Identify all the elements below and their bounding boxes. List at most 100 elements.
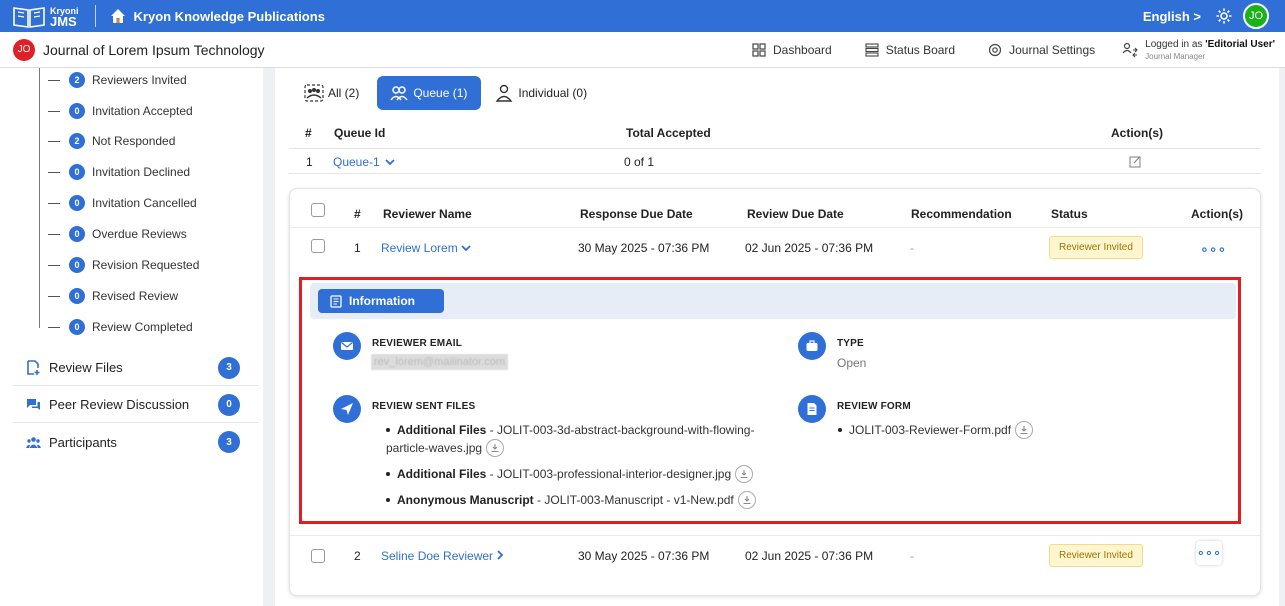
col-total-accepted: Total Accepted xyxy=(626,126,711,140)
switch-user-icon xyxy=(1122,42,1138,57)
journal-bar: JO Journal of Lorem Ipsum Technology Das… xyxy=(0,32,1285,68)
sidebar-item-not-responded[interactable]: 2 Not Responded xyxy=(48,132,175,150)
sent-file-item: Additional Files - JOLIT-003-3d-abstract… xyxy=(386,423,755,457)
col-response-due: Response Due Date xyxy=(580,207,693,221)
queue-users-icon xyxy=(390,86,408,101)
nav-status-board[interactable]: Status Board xyxy=(865,43,955,57)
send-icon xyxy=(333,395,361,423)
user-avatar[interactable]: JO xyxy=(1243,3,1269,29)
response-due-date: 30 May 2025 - 07:36 PM xyxy=(578,549,710,563)
count-badge: 0 xyxy=(69,288,85,304)
file-name: JOLIT-003-Reviewer-Form.pdf xyxy=(849,423,1012,437)
sent-file-item: Anonymous Manuscript - JOLIT-003-Manuscr… xyxy=(386,490,756,510)
grid-icon xyxy=(752,42,766,57)
row-checkbox[interactable] xyxy=(311,239,325,253)
recommendation: - xyxy=(910,241,914,255)
download-icon[interactable] xyxy=(735,464,754,483)
select-all-checkbox[interactable] xyxy=(311,203,325,217)
sidebar-item-review-files[interactable]: Review Files 3 xyxy=(13,350,258,386)
information-panel: Information REVIEWER EMAIL rev_lorem@mai… xyxy=(299,277,1241,524)
review-form-item: JOLIT-003-Reviewer-Form.pdf xyxy=(838,420,1034,440)
sidebar-item-invitation-cancelled[interactable]: 0 Invitation Cancelled xyxy=(48,194,197,212)
sidebar-item-label: Revised Review xyxy=(92,289,179,303)
tab-queue-label: Queue (1) xyxy=(413,86,468,100)
file-kind: Additional Files xyxy=(397,467,487,481)
sidebar-item-participants[interactable]: Participants 3 xyxy=(13,424,258,460)
gear-icon[interactable] xyxy=(1215,7,1233,25)
sidebar-item-invitation-accepted[interactable]: 0 Invitation Accepted xyxy=(48,102,193,120)
logged-in-text: Logged in as 'Editorial User' xyxy=(1145,38,1275,50)
table-row: 2 Seline Doe Reviewer 30 May 2025 - 07:3… xyxy=(290,535,1262,575)
sent-file-item: Additional Files - JOLIT-003-professiona… xyxy=(386,464,754,484)
form-icon xyxy=(798,395,826,423)
download-icon[interactable] xyxy=(1015,420,1034,439)
tab-queue[interactable]: Queue (1) xyxy=(377,76,482,110)
top-bar: Kryoni JMS Kryon Knowledge Publications … xyxy=(0,0,1285,32)
count-badge: 3 xyxy=(218,356,240,379)
response-due-date: 30 May 2025 - 07:36 PM xyxy=(578,241,710,255)
user-icon xyxy=(495,84,513,102)
home-icon[interactable] xyxy=(109,7,127,25)
reviewer-email-label: REVIEWER EMAIL xyxy=(372,338,463,349)
file-name-cont: particle-waves.jpg xyxy=(386,441,483,455)
information-tab[interactable]: Information xyxy=(318,289,444,313)
more-actions-icon[interactable]: ∘∘∘ xyxy=(1200,241,1226,258)
journal-badge: JO xyxy=(13,38,35,61)
sidebar-item-label: Peer Review Discussion xyxy=(49,397,190,412)
count-badge: 0 xyxy=(69,164,85,180)
download-icon[interactable] xyxy=(737,490,756,509)
sidebar-item-label: Not Responded xyxy=(92,134,176,148)
queue-id-link[interactable]: Queue-1 xyxy=(333,155,395,169)
logo-text: Kryoni JMS xyxy=(50,6,79,29)
col-num: # xyxy=(305,126,312,140)
reviewer-tabs: All (2) Queue (1) Individual (0) xyxy=(299,76,597,110)
sidebar-item-revision-requested[interactable]: 0 Revision Requested xyxy=(48,256,199,274)
file-add-icon xyxy=(27,360,40,375)
file-name: JOLIT-003-professional-interior-designer… xyxy=(497,467,732,481)
count-badge: 2 xyxy=(69,72,85,88)
sidebar-item-label: Participants xyxy=(49,434,117,450)
more-actions-icon[interactable]: ∘∘∘ xyxy=(1196,541,1222,565)
queue-row-num: 1 xyxy=(306,155,313,169)
sidebar-item-reviewers-invited[interactable]: 2 Reviewers Invited xyxy=(48,71,187,89)
count-badge: 3 xyxy=(218,431,240,453)
nav-dashboard[interactable]: Dashboard xyxy=(752,43,832,57)
tab-individual[interactable]: Individual (0) xyxy=(489,76,597,110)
sidebar-item-invitation-declined[interactable]: 0 Invitation Declined xyxy=(48,163,190,181)
tab-all-label: All (2) xyxy=(328,86,360,100)
nav-journal-settings[interactable]: Journal Settings xyxy=(988,43,1095,57)
nav-journal-settings-label: Journal Settings xyxy=(1009,42,1096,57)
queue-table-header: # Queue Id Total Accepted Action(s) xyxy=(289,120,1261,144)
email-icon xyxy=(333,332,361,360)
edit-icon[interactable] xyxy=(1129,155,1142,168)
type-label: TYPE xyxy=(837,338,864,349)
reviewer-email-value: rev_lorem@mailinator.com xyxy=(371,354,508,370)
login-info[interactable]: Logged in as 'Editorial User' Journal Ma… xyxy=(1121,39,1275,61)
sidebar-item-revised-review[interactable]: 0 Revised Review xyxy=(48,287,178,305)
count-badge: 0 xyxy=(69,226,85,242)
sidebar-item-label: Reviewers Invited xyxy=(92,73,187,87)
row-num: 2 xyxy=(354,549,361,563)
row-checkbox[interactable] xyxy=(311,549,325,563)
col-actions: Action(s) xyxy=(1191,207,1243,221)
publication-title[interactable]: Kryon Knowledge Publications xyxy=(134,9,325,24)
divider xyxy=(94,5,96,27)
sidebar-item-peer-review-discussion[interactable]: Peer Review Discussion 0 xyxy=(13,387,258,423)
document-icon xyxy=(330,294,342,308)
language-selector[interactable]: English > xyxy=(1143,9,1201,24)
sidebar-item-overdue-reviews[interactable]: 0 Overdue Reviews xyxy=(48,225,187,243)
count-badge: 0 xyxy=(69,319,85,335)
status-board-icon xyxy=(865,42,879,57)
tab-all[interactable]: All (2) xyxy=(299,76,369,110)
col-queue-id: Queue Id xyxy=(334,126,386,140)
logo-line2: JMS xyxy=(50,13,77,29)
reviewer-name-link[interactable]: Seline Doe Reviewer xyxy=(381,549,504,563)
sidebar-item-review-completed[interactable]: 0 Review Completed xyxy=(48,318,193,336)
information-header: Information xyxy=(310,283,1236,319)
sidebar-item-label: Review Files xyxy=(49,360,123,375)
app-logo[interactable]: Kryoni JMS xyxy=(12,4,79,28)
queue-row: 1 Queue-1 0 of 1 xyxy=(289,148,1261,174)
status-badge: Reviewer Invited xyxy=(1049,236,1143,259)
download-icon[interactable] xyxy=(486,438,505,457)
reviewer-name-link[interactable]: Review Lorem xyxy=(381,241,471,255)
